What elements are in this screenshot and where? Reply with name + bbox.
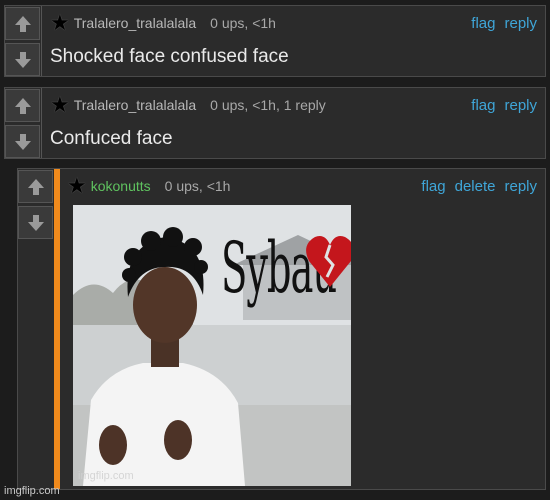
comment-actions: flag reply: [471, 97, 537, 114]
upvote-button[interactable]: [5, 7, 40, 40]
upvote-button[interactable]: [18, 170, 53, 203]
comment-actions: flag delete reply: [421, 178, 537, 195]
down-arrow-icon: [14, 51, 31, 68]
comment-meta: 0 ups, <1h: [164, 178, 231, 194]
star-icon: ★: [67, 173, 87, 198]
image-watermark: imgflip.com: [78, 470, 134, 482]
broken-heart-icon: [306, 236, 351, 287]
username-link[interactable]: Tralalero_tralalalala: [74, 15, 196, 31]
star-icon: ★: [50, 92, 70, 117]
downvote-button[interactable]: [18, 206, 53, 239]
comment-meta: 0 ups, <1h: [210, 15, 276, 31]
flag-link[interactable]: flag: [421, 178, 445, 195]
down-arrow-icon: [27, 214, 44, 231]
delete-link[interactable]: delete: [455, 178, 496, 195]
comment-meta: 0 ups, <1h, 1 reply: [210, 97, 326, 113]
reply-link[interactable]: reply: [504, 178, 537, 195]
comment-body: ★ Tralalero_tralalalala 0 ups, <1h flag …: [41, 6, 545, 76]
downvote-button[interactable]: [5, 43, 40, 76]
star-icon: ★: [50, 10, 70, 35]
flag-link[interactable]: flag: [471, 97, 495, 114]
comment-actions: flag reply: [471, 15, 537, 32]
down-arrow-icon: [14, 133, 31, 150]
up-arrow-icon: [27, 178, 44, 195]
flag-link[interactable]: flag: [471, 15, 495, 32]
up-arrow-icon: [14, 97, 31, 114]
comment-header: ★ Tralalero_tralalalala 0 ups, <1h flag …: [50, 10, 537, 36]
comment-body: ★ Tralalero_tralalalala 0 ups, <1h, 1 re…: [41, 88, 545, 158]
comment-header: ★ kokonutts 0 ups, <1h flag delete reply: [67, 173, 537, 199]
username-link[interactable]: kokonutts: [91, 178, 151, 194]
comment-text: Shocked face confused face: [50, 46, 289, 67]
up-arrow-icon: [14, 15, 31, 32]
comment-3-reply: ★ kokonutts 0 ups, <1h flag delete reply: [17, 168, 546, 490]
comment-header: ★ Tralalero_tralalalala 0 ups, <1h, 1 re…: [50, 92, 537, 118]
meme-image[interactable]: Sybau imgflip.com: [73, 205, 351, 486]
reply-link[interactable]: reply: [504, 15, 537, 32]
footer-watermark: imgflip.com: [4, 485, 60, 497]
comment-text: Confuced face: [50, 128, 173, 149]
comment-1: ★ Tralalero_tralalalala 0 ups, <1h flag …: [4, 5, 546, 77]
comment-body: ★ kokonutts 0 ups, <1h flag delete reply: [60, 169, 545, 489]
upvote-button[interactable]: [5, 89, 40, 122]
downvote-button[interactable]: [5, 125, 40, 158]
comment-2: ★ Tralalero_tralalalala 0 ups, <1h, 1 re…: [4, 87, 546, 159]
username-link[interactable]: Tralalero_tralalalala: [74, 97, 196, 113]
reply-link[interactable]: reply: [504, 97, 537, 114]
